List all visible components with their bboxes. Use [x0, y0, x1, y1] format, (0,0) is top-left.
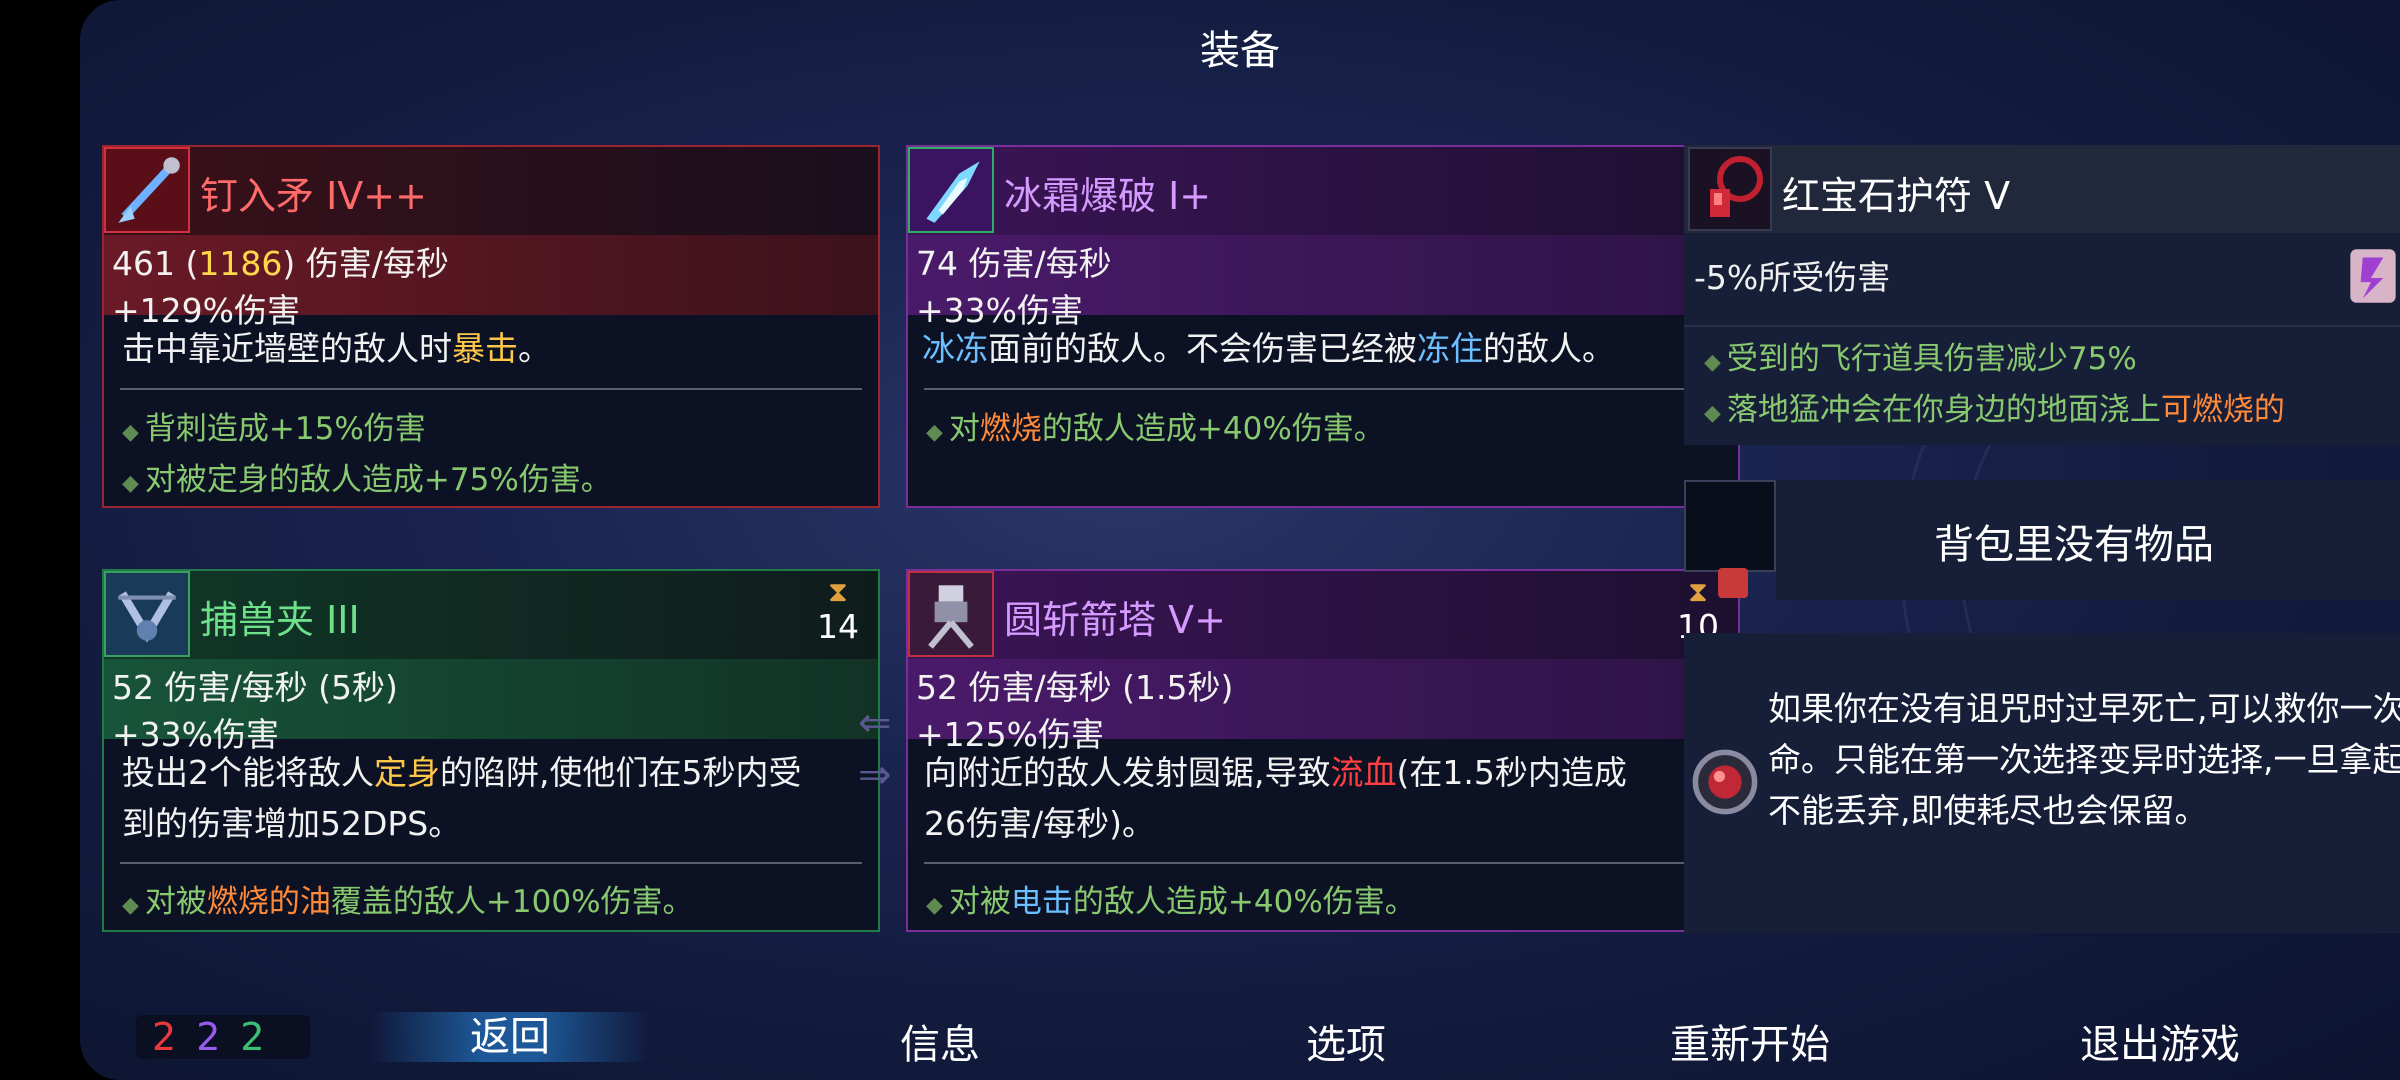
- game-screen: 装备 钉入矛 IV++ 461 (1186) 伤害/每秒 +129%伤害 击中靠…: [80, 0, 2400, 1080]
- mutation-icon: [1688, 745, 1762, 819]
- weapon-perk: ◆ 对被定身的敌人造成+75%伤害。: [122, 462, 612, 498]
- amulet-stat: -5%所受伤害: [1694, 258, 1891, 297]
- stats-counter: 222: [136, 1015, 310, 1059]
- backpack-empty-text: 背包里没有物品: [1934, 522, 2214, 568]
- amulet-perk: ◆ 落地猛冲会在你身边的地面浇上可燃烧的: [1704, 392, 2285, 428]
- divider: [1684, 325, 2400, 327]
- weapon-description: 冰冻面前的敌人。不会伤害已经被冻住的敌人。: [922, 329, 1615, 368]
- spear-icon: [104, 147, 190, 233]
- cooldown-indicator: ⧗ 14: [808, 575, 868, 646]
- stat-survival: 2: [240, 1015, 285, 1059]
- swap-right-arrow-icon[interactable]: ⇒: [858, 752, 892, 798]
- mutation-panel[interactable]: 如果你在没有诅咒时过早死亡,可以救你一次命。只能在第一次选择变异时选择,一旦拿起…: [1684, 633, 2400, 933]
- menu-back-button[interactable]: 返回: [370, 1012, 650, 1062]
- swap-left-arrow-icon[interactable]: ⇐: [858, 700, 892, 746]
- backpack-panel[interactable]: 背包里没有物品: [1684, 480, 2400, 600]
- weapon-perk: ◆ 背刺造成+15%伤害: [122, 411, 426, 447]
- weapon-name: 捕兽夹 III: [200, 598, 360, 642]
- page-title: 装备: [1200, 28, 1280, 74]
- backpack-slot[interactable]: [1684, 480, 1776, 572]
- weapon-name: 钉入矛 IV++: [200, 174, 427, 218]
- weapon-card-bear-trap[interactable]: 捕兽夹 III ⧗ 14 52 伤害/每秒 (5秒) +33%伤害 投出2个能将…: [102, 569, 880, 932]
- amulet-name: 红宝石护符 V: [1782, 174, 2011, 218]
- weapon-dps: 461 (1186) 伤害/每秒: [112, 244, 449, 283]
- menu-options-button[interactable]: 选项: [1226, 1012, 1466, 1070]
- weapon-dps: 52 伤害/每秒 (5秒): [112, 668, 398, 707]
- cooldown-value: 14: [817, 607, 859, 646]
- weapon-description: 击中靠近墙壁的敌人时暴击。: [122, 329, 551, 368]
- stat-tactics: 2: [196, 1015, 241, 1059]
- bear-trap-icon: [104, 571, 190, 657]
- amulet-perk: ◆ 受到的飞行道具伤害减少75%: [1704, 341, 2137, 377]
- ruby-amulet-icon: [1688, 147, 1772, 231]
- weapon-dps: 52 伤害/每秒 (1.5秒): [916, 668, 1234, 707]
- weapon-description: 向附近的敌人发射圆锯,导致流血(在1.5秒内造成 26伤害/每秒)。: [924, 753, 1627, 843]
- menu-restart-button[interactable]: 重新开始: [1600, 1012, 1900, 1070]
- divider: [924, 388, 1722, 390]
- bottom-menu-bar: 222 返回 信息 选项 重新开始 退出游戏: [80, 1000, 2400, 1080]
- menu-quit-button[interactable]: 退出游戏: [2010, 1012, 2310, 1070]
- weapon-name: 圆斩箭塔 V+: [1004, 598, 1226, 642]
- weapon-dps: 74 伤害/每秒: [916, 244, 1112, 283]
- weapon-card-saw-turret[interactable]: 圆斩箭塔 V+ ⧗ 10 52 伤害/每秒 (1.5秒) +125%伤害 向附近…: [906, 569, 1740, 932]
- turret-icon: [908, 571, 994, 657]
- weapon-perk: ◆ 对被燃烧的油覆盖的敌人+100%伤害。: [122, 884, 694, 920]
- divider: [120, 862, 862, 864]
- stat-brutality: 2: [152, 1015, 197, 1059]
- hourglass-icon: ⧗: [828, 575, 848, 608]
- weapon-name: 冰霜爆破 I+: [1004, 174, 1212, 218]
- divider: [120, 388, 862, 390]
- ice-crystal-icon: [908, 147, 994, 233]
- backpack-badge-icon: [1718, 568, 1748, 598]
- scroll-icon: [2342, 241, 2400, 311]
- divider: [924, 862, 1722, 864]
- weapon-card-spear[interactable]: 钉入矛 IV++ 461 (1186) 伤害/每秒 +129%伤害 击中靠近墙壁…: [102, 145, 880, 508]
- mutation-description: 如果你在没有诅咒时过早死亡,可以救你一次命。只能在第一次选择变异时选择,一旦拿起…: [1768, 689, 2400, 830]
- menu-info-button[interactable]: 信息: [820, 1012, 1060, 1070]
- weapon-perk: ◆ 对燃烧的敌人造成+40%伤害。: [926, 411, 1385, 447]
- amulet-panel[interactable]: 红宝石护符 V -5%所受伤害 1 ◆受到的飞行道具伤害减少75% ◆落地猛冲会…: [1684, 145, 2400, 445]
- weapon-perk: ◆ 对被电击的敌人造成+40%伤害。: [926, 884, 1416, 920]
- weapon-card-frost-blast[interactable]: 冰霜爆破 I+ 74 伤害/每秒 +33%伤害 冰冻面前的敌人。不会伤害已经被冻…: [906, 145, 1740, 508]
- weapon-description: 投出2个能将敌人定身的陷阱,使他们在5秒内受 到的伤害增加52DPS。: [122, 753, 802, 843]
